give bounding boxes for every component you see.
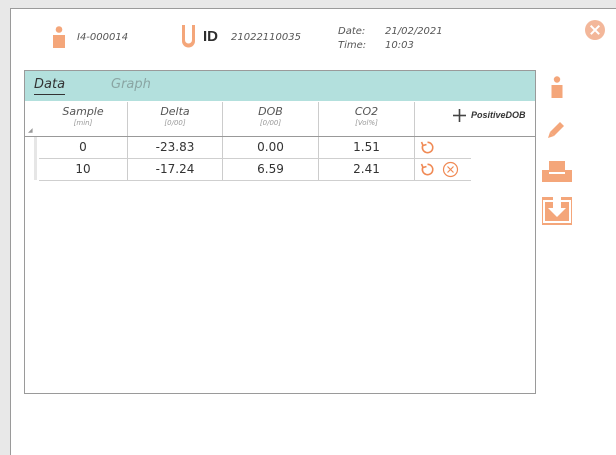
positive-dob-button[interactable]: PositiveDOB <box>471 110 526 120</box>
column-header-dob: DOB [0/00] <box>258 105 283 127</box>
time-value: 10:03 <box>385 40 414 51</box>
time-label: Time: <box>338 40 367 51</box>
id-label: ID <box>203 28 218 45</box>
plus-icon[interactable] <box>453 109 466 122</box>
date-value: 21/02/2021 <box>385 26 443 37</box>
cell-dob: 6.59 <box>257 162 284 176</box>
table-header: Sample [min] Delta [0/00] DOB [0/00] CO2… <box>25 102 535 137</box>
patient-button[interactable] <box>542 73 572 101</box>
reset-icon[interactable] <box>420 162 435 177</box>
cell-sample: 0 <box>79 140 87 154</box>
tab-graph[interactable]: Graph <box>111 77 151 92</box>
tab-bar: Data Graph <box>25 71 535 101</box>
person-icon <box>551 76 563 98</box>
cell-co2: 2.41 <box>353 162 380 176</box>
pencil-icon <box>548 122 564 138</box>
patient-icon <box>53 26 65 48</box>
table-row[interactable]: 10 -17.24 6.59 2.41 <box>39 159 471 181</box>
date-label: Date: <box>338 26 366 37</box>
column-header-delta: Delta [0/00] <box>160 105 190 127</box>
delete-icon[interactable] <box>442 161 459 178</box>
resize-grip-icon: ◢ <box>28 127 33 134</box>
close-icon[interactable] <box>585 20 605 40</box>
sample-id: 21022110035 <box>231 32 301 43</box>
column-header-sample: Sample [min] <box>62 105 104 127</box>
cell-delta: -17.24 <box>155 162 195 176</box>
tab-data[interactable]: Data <box>34 77 66 95</box>
printer-icon <box>542 161 572 182</box>
download-icon <box>543 197 571 223</box>
cell-delta: -23.83 <box>155 140 195 154</box>
patient-id: I4-000014 <box>77 32 129 43</box>
edit-button[interactable] <box>542 115 572 143</box>
cell-dob: 0.00 <box>257 140 284 154</box>
data-panel: Data Graph Sample [min] Delta [0/00] DOB… <box>24 70 536 394</box>
print-button[interactable] <box>542 157 572 185</box>
cell-sample: 10 <box>75 162 91 176</box>
cell-co2: 1.51 <box>353 140 380 154</box>
reset-icon[interactable] <box>420 140 435 155</box>
row-indicator <box>34 137 37 180</box>
table-row[interactable]: 0 -23.83 0.00 1.51 <box>39 137 471 159</box>
save-button[interactable] <box>542 197 572 225</box>
sample-tube-icon <box>182 25 195 48</box>
column-header-co2: CO2 [Vol%] <box>354 105 379 127</box>
